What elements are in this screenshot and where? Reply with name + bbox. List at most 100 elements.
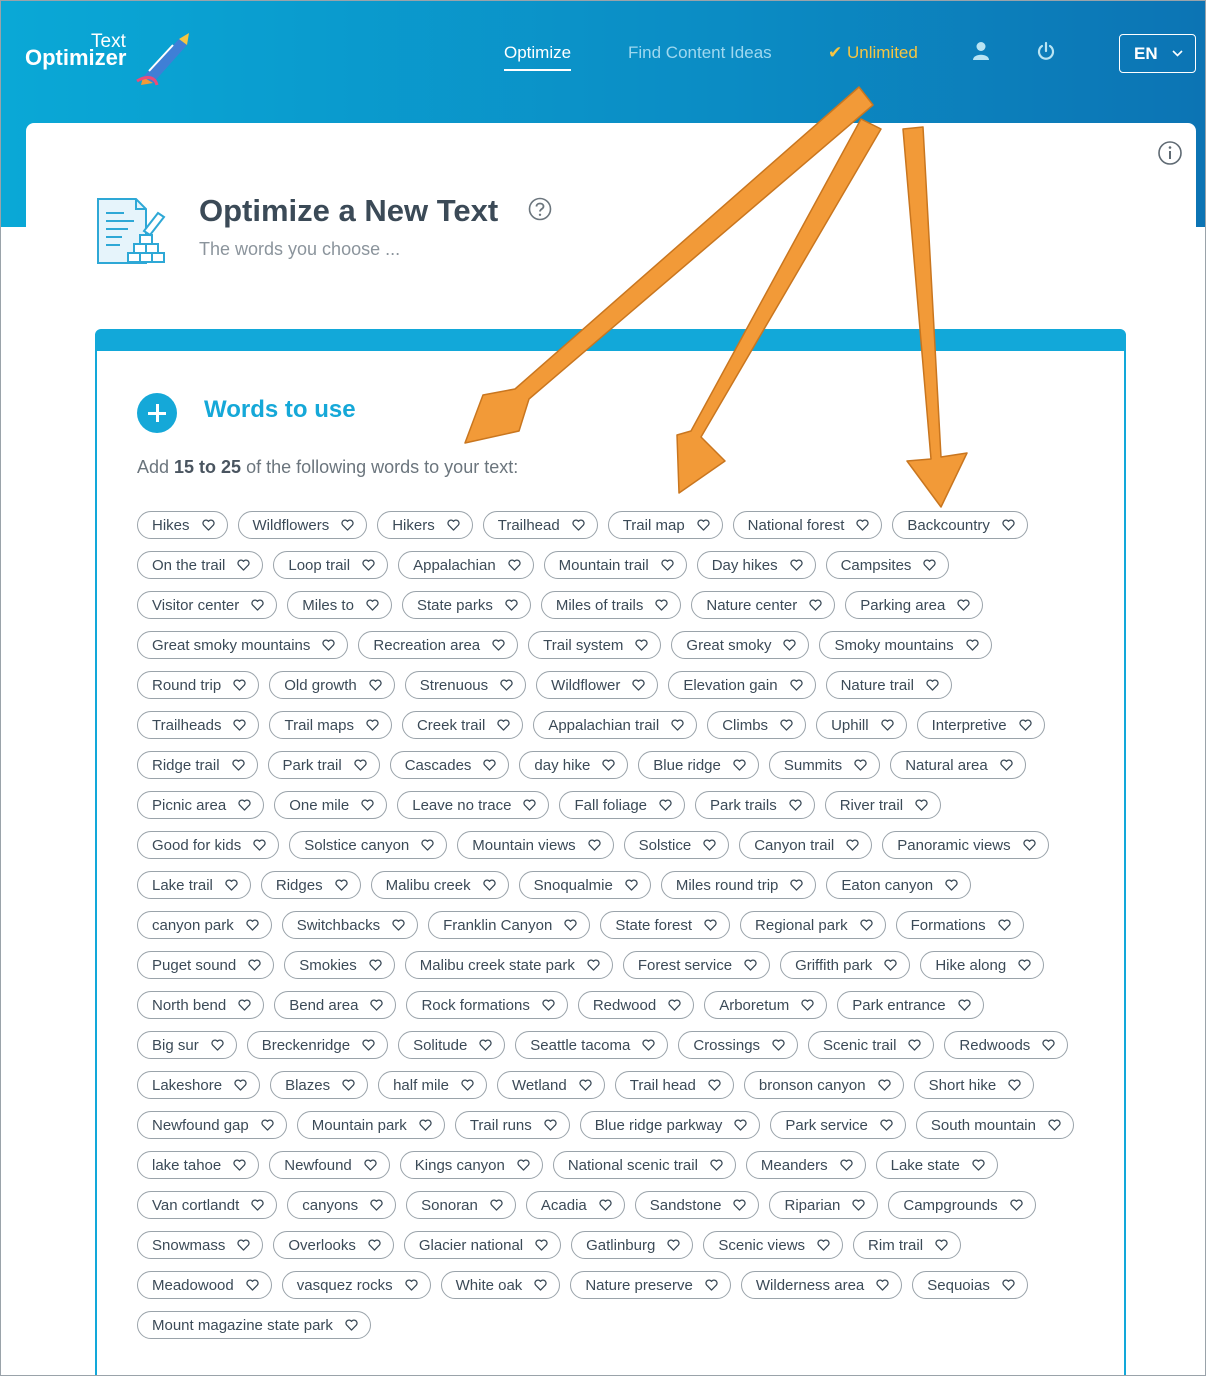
heart-icon[interactable] bbox=[404, 1279, 418, 1291]
heart-icon[interactable] bbox=[505, 599, 518, 611]
heart-icon[interactable] bbox=[632, 679, 645, 691]
word-chip[interactable]: Appalachian bbox=[398, 551, 534, 579]
word-chip[interactable]: Fall foliage bbox=[559, 791, 686, 819]
word-chip[interactable]: Arboretum bbox=[704, 991, 828, 1019]
word-chip[interactable]: Meanders bbox=[745, 1151, 866, 1179]
word-chip[interactable]: Kings canyon bbox=[399, 1151, 543, 1179]
heart-icon[interactable] bbox=[237, 559, 251, 571]
word-chip[interactable]: Recreation area bbox=[358, 631, 519, 659]
nav-optimize[interactable]: Optimize bbox=[504, 43, 572, 71]
heart-icon[interactable] bbox=[421, 839, 434, 851]
heart-icon[interactable] bbox=[625, 879, 638, 891]
word-chip[interactable]: Great smoky mountains bbox=[137, 631, 349, 659]
word-chip[interactable]: Snowmass bbox=[137, 1231, 264, 1259]
word-chip[interactable]: Crossings bbox=[678, 1031, 799, 1059]
word-chip[interactable]: Lake state bbox=[875, 1151, 998, 1179]
heart-icon[interactable] bbox=[733, 1199, 747, 1211]
word-chip[interactable]: Mountain views bbox=[457, 831, 614, 859]
word-chip[interactable]: Forest service bbox=[622, 951, 771, 979]
word-chip[interactable]: Climbs bbox=[707, 711, 807, 739]
heart-icon[interactable] bbox=[233, 719, 247, 731]
word-chip[interactable]: Riparian bbox=[769, 1191, 879, 1219]
word-chip[interactable]: Regional park bbox=[740, 911, 886, 939]
heart-icon[interactable] bbox=[508, 559, 521, 571]
heart-icon[interactable] bbox=[1018, 959, 1031, 971]
heart-icon[interactable] bbox=[370, 999, 384, 1011]
heart-icon[interactable] bbox=[479, 1039, 492, 1051]
heart-icon[interactable] bbox=[935, 1239, 948, 1251]
heart-icon[interactable] bbox=[492, 639, 505, 651]
word-chip[interactable]: canyons bbox=[287, 1191, 397, 1219]
word-chip[interactable]: State forest bbox=[600, 911, 731, 939]
heart-icon[interactable] bbox=[366, 719, 379, 731]
word-chip[interactable]: Appalachian trail bbox=[533, 711, 698, 739]
word-chip[interactable]: Trailhead bbox=[482, 511, 598, 539]
heart-icon[interactable] bbox=[497, 719, 510, 731]
word-chip[interactable]: Wildflower bbox=[536, 671, 659, 699]
heart-icon[interactable] bbox=[231, 759, 245, 771]
heart-icon[interactable] bbox=[783, 639, 797, 651]
heart-icon[interactable] bbox=[790, 879, 804, 891]
heart-icon[interactable] bbox=[1002, 1279, 1015, 1291]
word-chip[interactable]: Day hikes bbox=[696, 551, 816, 579]
word-chip[interactable]: Trail maps bbox=[269, 711, 392, 739]
word-chip[interactable]: Good for kids bbox=[137, 831, 280, 859]
heart-icon[interactable] bbox=[237, 1239, 251, 1251]
word-chip[interactable]: River trail bbox=[824, 791, 942, 819]
heart-icon[interactable] bbox=[926, 679, 939, 691]
heart-icon[interactable] bbox=[587, 959, 600, 971]
word-chip[interactable]: Miles of trails bbox=[540, 591, 682, 619]
word-chip[interactable]: Nature preserve bbox=[570, 1271, 731, 1299]
heart-icon[interactable] bbox=[997, 919, 1011, 931]
word-chip[interactable]: Campgrounds bbox=[888, 1191, 1036, 1219]
word-chip[interactable]: Visitor center bbox=[137, 591, 278, 619]
word-chip[interactable]: Solstice bbox=[623, 831, 730, 859]
heart-icon[interactable] bbox=[599, 1199, 612, 1211]
add-words-button[interactable] bbox=[137, 393, 177, 433]
heart-icon[interactable] bbox=[1009, 1199, 1023, 1211]
word-chip[interactable]: Old growth bbox=[269, 671, 395, 699]
word-chip[interactable]: Loop trail bbox=[273, 551, 389, 579]
heart-icon[interactable] bbox=[354, 759, 367, 771]
heart-icon[interactable] bbox=[789, 559, 803, 571]
word-chip[interactable]: White oak bbox=[440, 1271, 561, 1299]
heart-icon[interactable] bbox=[1018, 719, 1032, 731]
heart-icon[interactable] bbox=[876, 1279, 889, 1291]
word-chip[interactable]: Bend area bbox=[274, 991, 397, 1019]
heart-icon[interactable] bbox=[1002, 519, 1015, 531]
heart-icon[interactable] bbox=[369, 959, 382, 971]
heart-icon[interactable] bbox=[704, 919, 717, 931]
language-select[interactable]: EN bbox=[1119, 34, 1196, 73]
heart-icon[interactable] bbox=[251, 599, 264, 611]
word-chip[interactable]: Scenic trail bbox=[808, 1031, 935, 1059]
heart-icon[interactable] bbox=[345, 1319, 358, 1331]
heart-icon[interactable] bbox=[211, 1039, 224, 1051]
heart-icon[interactable] bbox=[482, 879, 496, 891]
word-chip[interactable]: Trail map bbox=[607, 511, 723, 539]
word-chip[interactable]: Strenuous bbox=[404, 671, 527, 699]
word-chip[interactable]: On the trail bbox=[137, 551, 264, 579]
heart-icon[interactable] bbox=[708, 1079, 721, 1091]
word-chip[interactable]: Natural area bbox=[890, 751, 1026, 779]
word-chip[interactable]: Short hike bbox=[913, 1071, 1035, 1099]
word-chip[interactable]: Backcountry bbox=[892, 511, 1028, 539]
heart-icon[interactable] bbox=[261, 1119, 274, 1131]
heart-icon[interactable] bbox=[884, 959, 897, 971]
heart-icon[interactable] bbox=[705, 1279, 718, 1291]
heart-icon[interactable] bbox=[368, 1239, 381, 1251]
word-chip[interactable]: canyon park bbox=[137, 911, 272, 939]
heart-icon[interactable] bbox=[322, 639, 336, 651]
heart-icon[interactable] bbox=[661, 559, 674, 571]
heart-icon[interactable] bbox=[966, 639, 979, 651]
word-chip[interactable]: bronson canyon bbox=[743, 1071, 904, 1099]
heart-icon[interactable] bbox=[233, 679, 246, 691]
word-chip[interactable]: Malibu creek bbox=[370, 871, 509, 899]
heart-icon[interactable] bbox=[655, 599, 669, 611]
heart-icon[interactable] bbox=[710, 1159, 723, 1171]
nav-find-content-ideas[interactable]: Find Content Ideas bbox=[628, 43, 772, 63]
word-chip[interactable]: half mile bbox=[378, 1071, 487, 1099]
heart-icon[interactable] bbox=[772, 1039, 785, 1051]
heart-icon[interactable] bbox=[668, 999, 681, 1011]
heart-icon[interactable] bbox=[1022, 839, 1036, 851]
heart-icon[interactable] bbox=[361, 799, 374, 811]
